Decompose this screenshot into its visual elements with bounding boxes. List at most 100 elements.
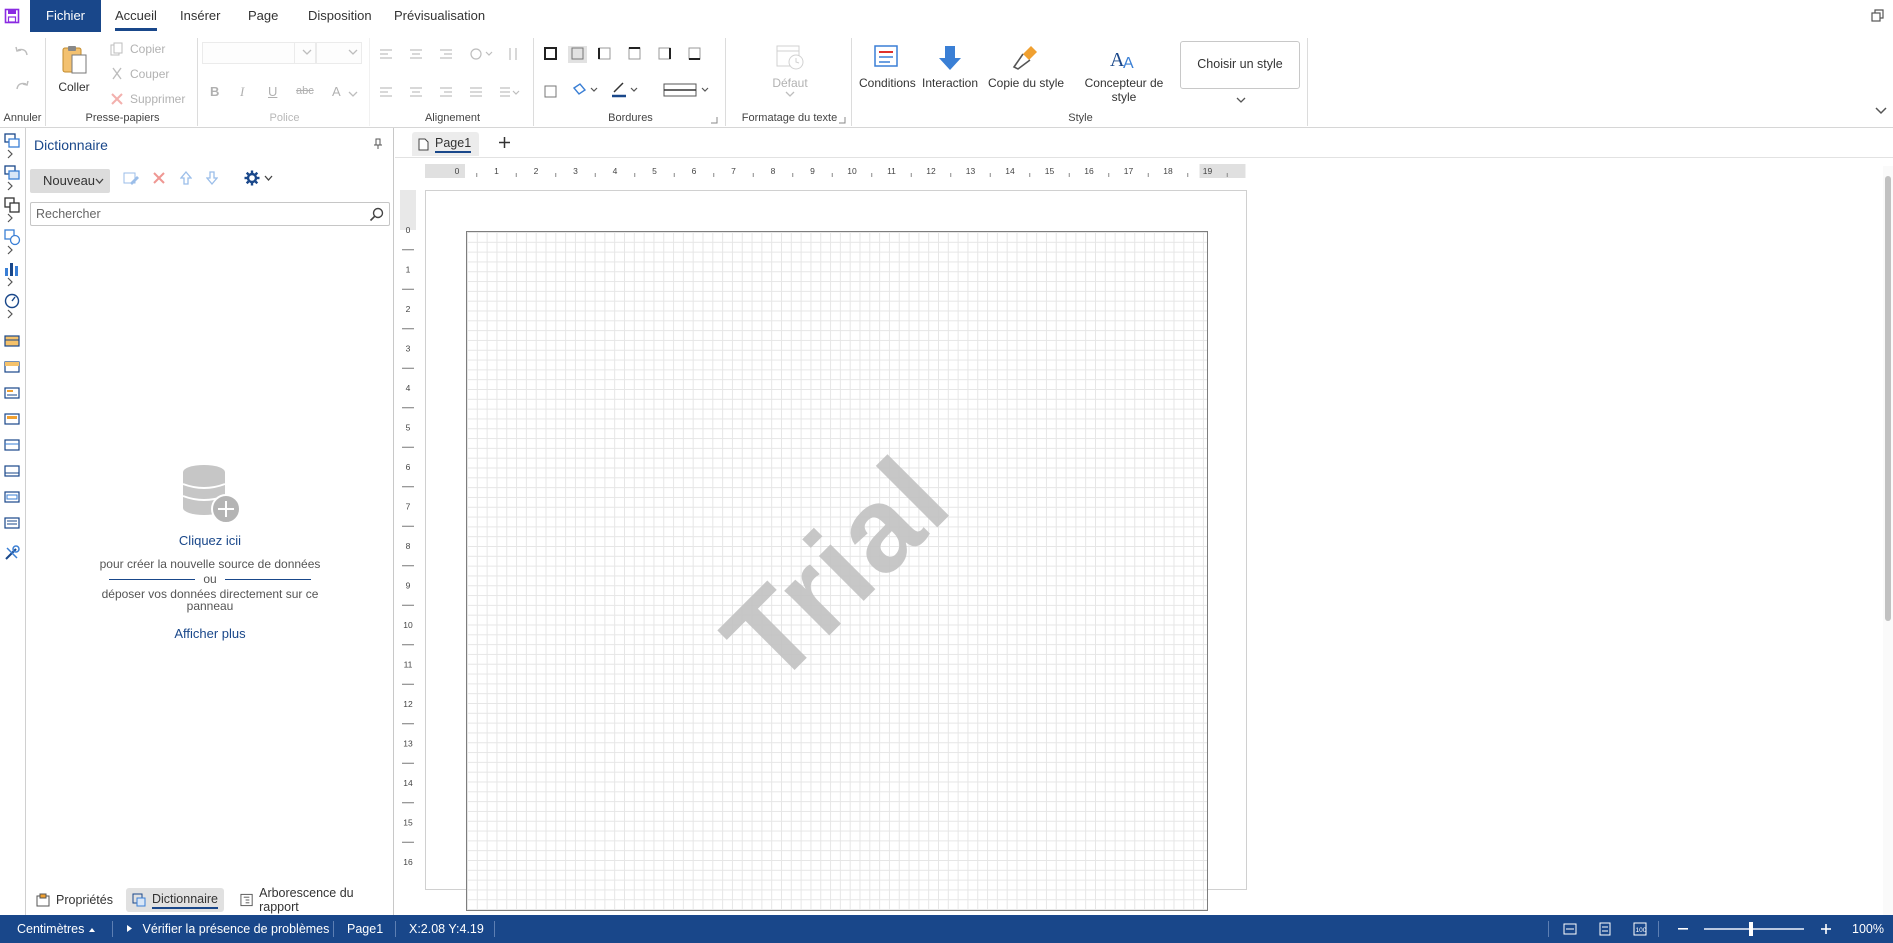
- data-band-icon[interactable]: [3, 436, 21, 454]
- interaction-button[interactable]: Interaction: [922, 44, 978, 90]
- database-add-icon[interactable]: [178, 463, 242, 525]
- bands-icon[interactable]: [3, 132, 21, 150]
- search-icon[interactable]: [369, 207, 384, 222]
- fit-width-icon[interactable]: [1563, 922, 1577, 936]
- zoom-out-icon[interactable]: [1678, 928, 1688, 930]
- zoom-slider-handle[interactable]: [1749, 922, 1753, 936]
- font-family-dropdown[interactable]: [294, 42, 316, 64]
- properties-icon: [36, 893, 50, 907]
- tab-preview[interactable]: Prévisualisation: [394, 0, 485, 32]
- style-designer-icon: AA: [1110, 49, 1134, 72]
- zoom-slider[interactable]: [1704, 928, 1804, 930]
- delete-button[interactable]: Supprimer: [110, 88, 185, 110]
- vertical-scrollbar[interactable]: [1883, 166, 1893, 915]
- report-summary-band-icon[interactable]: [3, 514, 21, 532]
- pin-icon[interactable]: [373, 138, 383, 150]
- edit-icon[interactable]: [122, 171, 140, 187]
- tools-icon[interactable]: [3, 544, 21, 562]
- group-undo-label: Annuler: [3, 112, 42, 124]
- tab-home[interactable]: Accueil: [115, 0, 157, 32]
- menu-bar: Fichier Accueil Insérer Page Disposition…: [0, 0, 1893, 32]
- page-header-band-icon[interactable]: [3, 358, 21, 376]
- chevron-down-icon[interactable]: [264, 175, 273, 182]
- font-family-combo[interactable]: [202, 42, 294, 64]
- tab-dictionary[interactable]: Dictionnaire: [126, 888, 225, 912]
- borders-icons[interactable]: [544, 46, 716, 106]
- tab-report-tree[interactable]: Arborescence du rapport: [234, 886, 394, 914]
- check-issues-button[interactable]: Vérifier la présence de problèmes: [126, 915, 329, 943]
- tab-layout[interactable]: Disposition: [308, 0, 372, 32]
- interaction-arrow-icon: [939, 46, 962, 70]
- chevron-right-icon[interactable]: [5, 245, 15, 255]
- tab-file[interactable]: Fichier: [30, 0, 102, 32]
- footer-band-icon[interactable]: [3, 462, 21, 480]
- chevron-right-icon[interactable]: [5, 149, 15, 159]
- units-selector[interactable]: Centimètres: [17, 915, 96, 943]
- copy-button[interactable]: Copier: [110, 38, 165, 60]
- choose-style-dropdown[interactable]: Choisir un style: [1180, 41, 1300, 103]
- zoom-in-icon[interactable]: [1821, 924, 1831, 934]
- font-color-icon[interactable]: A: [332, 84, 341, 99]
- chevron-down-icon: [1236, 97, 1246, 103]
- font-size-combo[interactable]: [316, 42, 362, 64]
- alignment-icons[interactable]: [380, 48, 520, 108]
- copy-icon: [110, 42, 123, 56]
- svg-text:A: A: [1123, 55, 1134, 72]
- chevron-right-icon[interactable]: [5, 309, 15, 319]
- ruler-label: 8: [771, 166, 776, 176]
- page-footer-band-icon[interactable]: [3, 488, 21, 506]
- ruler-label: 2: [534, 166, 539, 176]
- strikethrough-icon[interactable]: abc: [296, 85, 314, 97]
- italic-icon[interactable]: I: [240, 84, 244, 100]
- gear-icon[interactable]: [244, 170, 260, 186]
- cross-bands-icon[interactable]: [3, 164, 21, 182]
- status-bar: Centimètres Vérifier la présence de prob…: [0, 915, 1893, 943]
- delete-icon[interactable]: [152, 171, 166, 185]
- redo-icon[interactable]: [14, 80, 30, 94]
- page-content-area[interactable]: Trial: [466, 231, 1208, 911]
- new-button[interactable]: Nouveau: [30, 169, 110, 193]
- style-designer-button[interactable]: AA Concepteur de style: [1082, 44, 1166, 104]
- group-header-band-icon[interactable]: [3, 410, 21, 428]
- play-icon: [127, 925, 132, 932]
- save-icon[interactable]: [4, 8, 20, 24]
- create-datasource-link[interactable]: Cliquez icii: [26, 533, 394, 548]
- actual-size-icon[interactable]: 100: [1633, 922, 1647, 936]
- move-down-icon[interactable]: [206, 171, 218, 185]
- chevron-right-icon[interactable]: [5, 181, 15, 191]
- default-format-button[interactable]: Défaut: [770, 42, 810, 102]
- components-icon[interactable]: [3, 196, 21, 214]
- underline-icon[interactable]: U: [268, 84, 277, 99]
- report-page[interactable]: Trial: [425, 190, 1247, 911]
- add-page-icon[interactable]: [498, 136, 511, 149]
- charts-icon[interactable]: [3, 260, 21, 278]
- ribbon-collapse-icon[interactable]: [1875, 106, 1887, 116]
- show-more-link[interactable]: Afficher plus: [26, 626, 394, 641]
- fit-page-icon[interactable]: [1598, 922, 1612, 936]
- cut-button[interactable]: Couper: [110, 63, 169, 85]
- page-tab-page1[interactable]: Page1: [412, 132, 480, 156]
- search-input[interactable]: [31, 203, 351, 225]
- report-title-band-icon[interactable]: [3, 332, 21, 350]
- bold-icon[interactable]: B: [210, 84, 219, 99]
- report-tree-icon: [240, 893, 253, 907]
- chevron-right-icon[interactable]: [5, 213, 15, 223]
- shapes-icon[interactable]: [3, 228, 21, 246]
- group-font: B I U abc A Police: [200, 38, 370, 126]
- tab-properties[interactable]: Propriétés: [30, 888, 119, 912]
- restore-window-icon[interactable]: [1871, 9, 1885, 23]
- scrollbar-thumb[interactable]: [1885, 176, 1891, 621]
- ruler-label: 15: [403, 818, 413, 828]
- conditions-button[interactable]: Conditions: [859, 44, 916, 90]
- paste-button[interactable]: Coller: [58, 44, 90, 94]
- chevron-down-icon[interactable]: [348, 90, 358, 98]
- tab-insert[interactable]: Insérer: [180, 0, 220, 32]
- chevron-right-icon[interactable]: [5, 277, 15, 287]
- designer-area: Page1 0 1 2 3 4 5 6 7 8 9 10 11 12 13 14 15 16 17 18 19 012…: [395, 128, 1893, 915]
- header-band-icon[interactable]: [3, 384, 21, 402]
- move-up-icon[interactable]: [180, 171, 192, 185]
- undo-icon[interactable]: [14, 46, 30, 60]
- tab-page[interactable]: Page: [248, 0, 278, 32]
- style-copy-button[interactable]: Copie du style: [988, 44, 1064, 90]
- gauge-icon[interactable]: [3, 292, 21, 310]
